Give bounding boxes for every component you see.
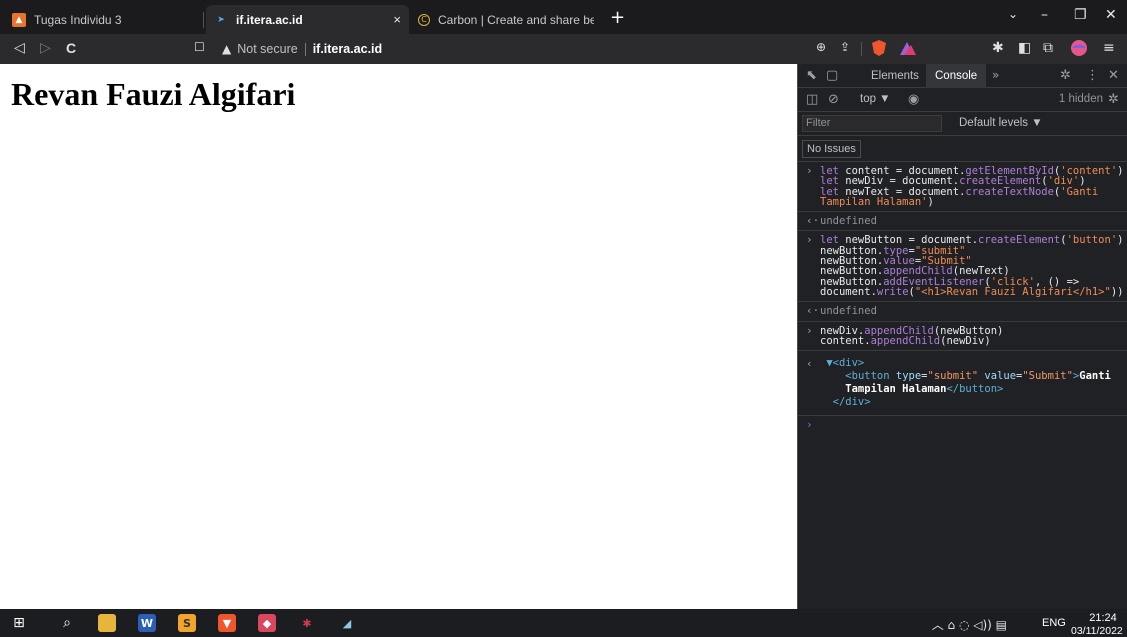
system-tray-icons[interactable]: ︿ ⌂ ◌ ◁)) ▤ <box>932 616 1007 633</box>
dom-node-div[interactable]: ▼<div> <box>820 357 864 369</box>
close-tab-icon[interactable]: × <box>393 12 401 27</box>
windows-start-icon[interactable]: ⊞ <box>10 614 28 632</box>
close-devtools-icon[interactable]: ✕ <box>1108 68 1119 83</box>
new-tab-button[interactable]: + <box>610 7 625 28</box>
log-levels-dropdown[interactable]: Default levels ▼ <box>959 117 1043 129</box>
prompt-chevron-icon: › <box>806 323 813 337</box>
brave-rewards-icon[interactable] <box>898 39 916 57</box>
issues-button[interactable]: No Issues <box>802 140 861 158</box>
browser-toolbar: ◁ ▷ C ☐ ▲ Not secure if.itera.ac.id ⊕ ⇪ … <box>0 34 1127 64</box>
forward-button[interactable]: ▷ <box>40 40 51 56</box>
menu-icon[interactable]: ≡ <box>1103 40 1115 56</box>
itera-favicon-icon: ➤ <box>217 14 225 25</box>
tab-title: Tugas Individu 3 <box>34 12 122 27</box>
clear-console-icon[interactable]: ⊘ <box>828 92 839 107</box>
minimize-button[interactable]: – <box>1041 7 1048 23</box>
show-sidebar-icon[interactable]: ◫ <box>806 92 818 107</box>
return-arrow-icon: ‹· <box>806 304 820 318</box>
tab-carbon[interactable]: C Carbon | Create and share beautiful im <box>410 5 602 34</box>
console-output-entry: ‹· undefined <box>798 212 1127 232</box>
brave-shields-icon[interactable] <box>870 39 888 57</box>
windows-taskbar: ⊞ ⌕ W S ▼ ◆ ✱ ◢ ︿ ⌂ ◌ ◁)) ▤ ENG 21:24 03… <box>0 609 1127 637</box>
address-bar[interactable]: ▲ Not secure if.itera.ac.id <box>222 38 382 60</box>
sidebar-icon[interactable]: ◧ <box>1018 40 1031 56</box>
console-output-entry: ‹· undefined <box>798 302 1127 322</box>
console-input-entry: › newDiv.appendChild(newButton) content.a… <box>798 322 1127 352</box>
inspect-element-icon[interactable]: ⬉ <box>806 68 817 83</box>
share-icon[interactable]: ⇪ <box>840 40 850 54</box>
prompt-chevron-icon: › <box>806 233 813 247</box>
device-toolbar-icon[interactable]: ▢ <box>826 68 838 83</box>
console-input-entry: › let content = document.getElementById('… <box>798 162 1127 213</box>
tab-title: Carbon | Create and share beautiful im <box>438 12 594 27</box>
wallet-icon[interactable]: ⧉ <box>1043 40 1053 56</box>
zoom-icon[interactable]: ⊕ <box>816 40 826 54</box>
app-bug-icon[interactable]: ✱ <box>298 614 316 632</box>
app-pen-icon[interactable]: ◢ <box>338 614 356 632</box>
language-indicator[interactable]: ENG <box>1042 617 1066 629</box>
restore-button[interactable]: ❐ <box>1074 7 1087 23</box>
console-output-entry: ‹ ▼<div> <button type="submit" value="Su… <box>798 351 1127 417</box>
devtools-tab-bar: ⬉ ▢ Elements Console » ✲ ⋮ ✕ <box>798 64 1127 88</box>
tab-search-icon[interactable]: ⌄ <box>1008 7 1018 21</box>
page-heading: Revan Fauzi Algifari <box>11 76 296 112</box>
sublime-text-icon[interactable]: S <box>178 614 196 632</box>
file-explorer-icon[interactable] <box>98 614 116 632</box>
search-icon[interactable]: ⌕ <box>58 614 76 632</box>
clock-time[interactable]: 21:24 <box>1084 612 1122 624</box>
document-favicon-icon: ▲ <box>12 12 26 27</box>
tab-if-itera[interactable]: ➤ if.itera.ac.id × <box>206 5 409 34</box>
tab-tugas-individu[interactable]: ▲ Tugas Individu 3 <box>4 5 202 34</box>
extensions-icon[interactable]: ✱ <box>992 40 1004 56</box>
prompt-chevron-icon: › <box>806 418 813 432</box>
browser-tab-strip: ▲ Tugas Individu 3 ➤ if.itera.ac.id × C … <box>0 0 1127 34</box>
result-value: undefined <box>820 215 877 228</box>
console-input-entry: › let newButton = document.createElement(… <box>798 231 1127 303</box>
context-selector[interactable]: top ▼ <box>860 93 891 105</box>
close-window-button[interactable]: ✕ <box>1105 7 1117 23</box>
console-toolbar: ◫ ⊘ top ▼ ◉ 1 hidden ✲ <box>798 88 1127 112</box>
warning-icon: ▲ <box>222 42 232 56</box>
tab-console[interactable]: Console <box>926 64 987 88</box>
return-arrow-icon: ‹· <box>806 214 820 228</box>
console-prompt[interactable]: › <box>798 416 1127 430</box>
back-button[interactable]: ◁ <box>14 40 25 56</box>
return-arrow-icon: ‹ <box>806 357 813 371</box>
brave-browser-icon[interactable]: ▼ <box>218 614 236 632</box>
vpn-icon[interactable] <box>1070 39 1088 61</box>
toolbar-divider <box>861 42 862 56</box>
console-settings-icon[interactable]: ✲ <box>1108 92 1119 107</box>
tab-elements[interactable]: Elements <box>862 64 928 88</box>
more-tabs-icon[interactable]: » <box>992 68 999 82</box>
reload-button[interactable]: C <box>66 40 76 56</box>
clock-date[interactable]: 03/11/2022 <box>1071 625 1123 637</box>
url-host: if.itera.ac.id <box>312 42 383 56</box>
address-divider <box>304 42 306 56</box>
live-expression-eye-icon[interactable]: ◉ <box>908 92 919 107</box>
tab-title: if.itera.ac.id <box>236 12 303 27</box>
carbon-favicon-icon: C <box>418 13 430 26</box>
security-label: Not secure <box>237 42 298 56</box>
prompt-chevron-icon: › <box>806 164 813 177</box>
word-icon[interactable]: W <box>138 614 156 632</box>
brave-nightly-icon[interactable]: ◆ <box>258 614 276 632</box>
tab-divider <box>203 12 204 28</box>
result-value: undefined <box>820 305 877 318</box>
bookmark-icon[interactable]: ☐ <box>194 40 205 54</box>
kebab-menu-icon[interactable]: ⋮ <box>1086 68 1099 83</box>
devtools-panel: ⬉ ▢ Elements Console » ✲ ⋮ ✕ ◫ ⊘ top ▼ ◉… <box>797 64 1127 609</box>
filter-input[interactable]: Filter <box>802 115 942 132</box>
page-viewport: Revan Fauzi Algifari <box>0 64 797 609</box>
filter-row: Filter Default levels ▼ <box>798 112 1127 136</box>
issues-row: No Issues <box>798 136 1127 162</box>
hidden-count: 1 hidden <box>1058 93 1103 105</box>
settings-gear-icon[interactable]: ✲ <box>1060 68 1071 83</box>
